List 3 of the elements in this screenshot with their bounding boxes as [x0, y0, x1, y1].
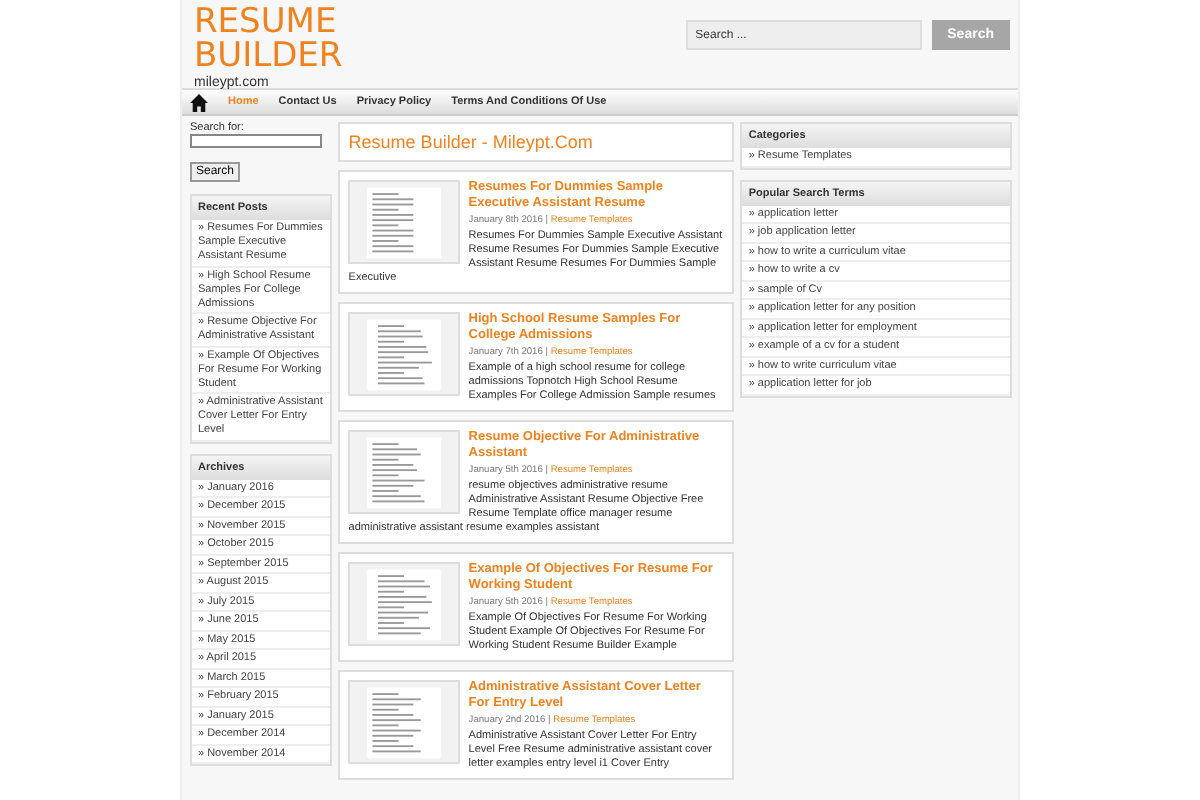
- page-heading: Resume Builder - Mileypt.Com: [338, 122, 735, 162]
- search-field[interactable]: [190, 134, 322, 148]
- home-icon[interactable]: [190, 93, 208, 111]
